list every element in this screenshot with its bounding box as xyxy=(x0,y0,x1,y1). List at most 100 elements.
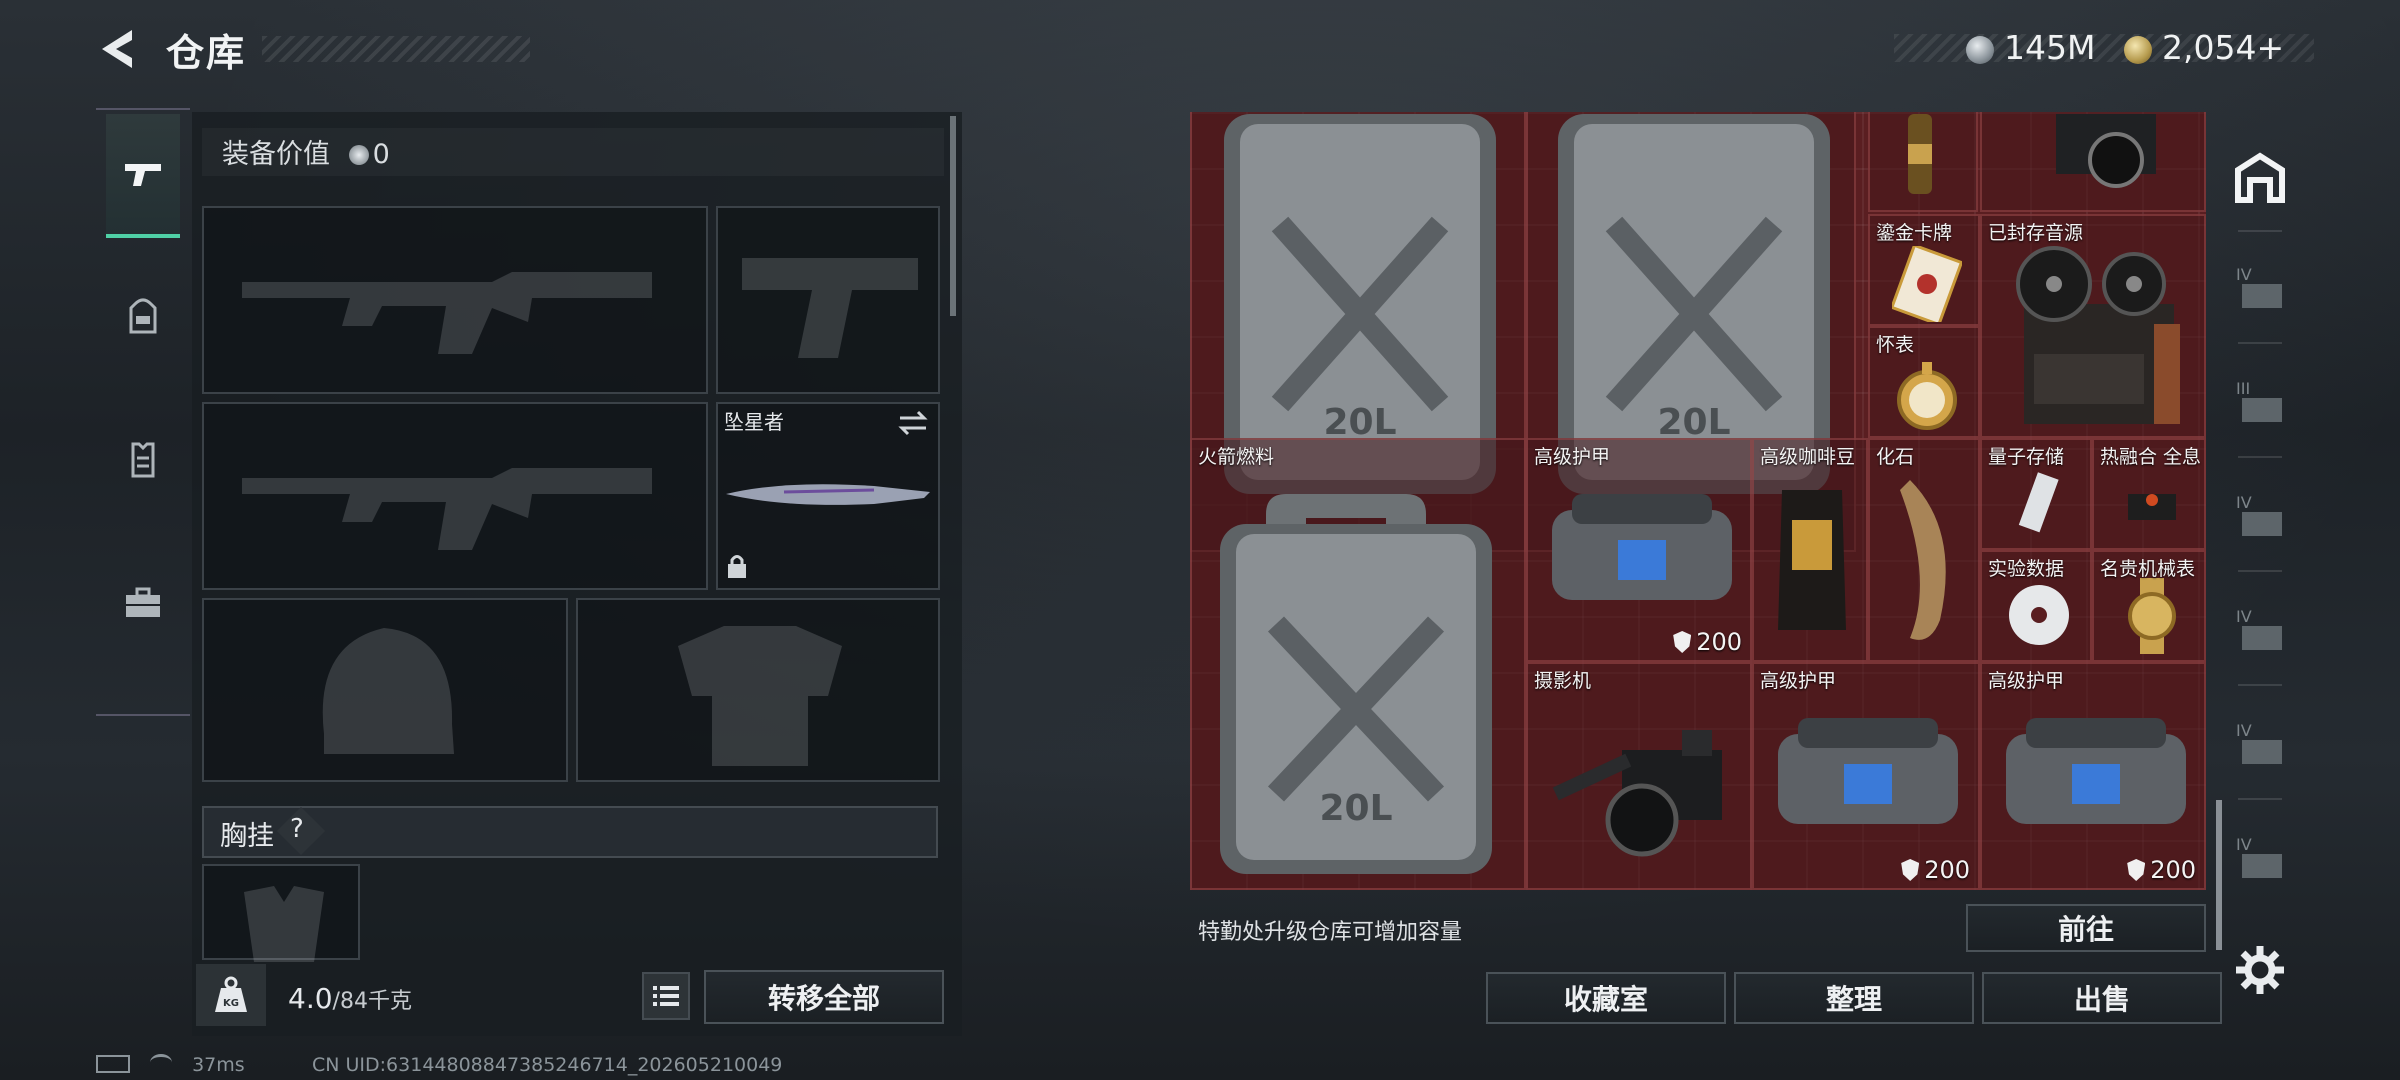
rifle-silhouette-icon xyxy=(242,272,652,354)
shield-icon xyxy=(1673,631,1692,653)
gold-amount: 2,054+ xyxy=(2162,28,2285,67)
stash-grid: 20L 20L 鎏金卡牌 已封存音源 怀表 20L 火箭燃料 高级护甲 200 … xyxy=(1190,112,2206,890)
tab-backpack[interactable] xyxy=(106,256,180,376)
list-icon xyxy=(653,986,679,1006)
stash-case-iv-icon[interactable]: IV xyxy=(2232,716,2288,772)
stash-case-iii-icon[interactable]: III xyxy=(2232,374,2288,430)
stash-item[interactable]: 高级护甲 200 xyxy=(1752,662,1980,890)
armor-bag-icon xyxy=(1552,494,1732,600)
fossil-claw-icon xyxy=(1900,480,1946,640)
goto-button[interactable]: 前往 xyxy=(1966,904,2206,952)
item-value-amount: 200 xyxy=(2150,856,2196,884)
gold-currency[interactable]: 2,054+ xyxy=(2124,28,2284,67)
knife-icon xyxy=(726,484,930,505)
tab-armor[interactable] xyxy=(106,400,180,520)
sidearm-slot[interactable] xyxy=(716,206,940,394)
primary-weapon-slot-1[interactable] xyxy=(202,206,708,394)
body-armor-slot[interactable] xyxy=(576,598,940,782)
page-title: 仓库 xyxy=(166,31,247,75)
item-name: 怀表 xyxy=(1876,334,1915,356)
armor-bag-icon xyxy=(1778,718,1958,824)
melee-name: 坠星者 xyxy=(724,410,784,434)
tab-weapons[interactable] xyxy=(106,114,180,238)
divider xyxy=(2238,230,2282,232)
melee-slot[interactable]: 坠星者 xyxy=(716,402,940,590)
stash-item[interactable]: 怀表 xyxy=(1868,326,1980,438)
stash-item[interactable]: 名贵机械表 xyxy=(2092,550,2206,662)
primary-weapon-slot-2[interactable] xyxy=(202,402,708,590)
gear-icon[interactable] xyxy=(2232,942,2288,998)
ping-value: 37ms xyxy=(192,1054,245,1076)
svg-text:20L: 20L xyxy=(1657,402,1730,443)
weight-icon: KG xyxy=(215,976,247,1012)
stash-item[interactable]: 热融合 全息 xyxy=(2092,438,2206,550)
wifi-icon xyxy=(150,1054,173,1071)
item-name: 高级护甲 xyxy=(1760,670,1837,692)
equipment-value: 装备价值 0 xyxy=(222,132,390,171)
helmet-silhouette-icon xyxy=(322,628,454,754)
stash-item[interactable]: 已封存音源 xyxy=(1980,214,2206,438)
jerrycan-icon: 20L xyxy=(1220,494,1492,874)
chest-rig-silhouette-icon xyxy=(244,886,324,962)
stash-case-iv-icon[interactable]: IV xyxy=(2232,488,2288,544)
stash-item[interactable]: 化石 xyxy=(1868,438,1980,662)
stash-item[interactable]: 鎏金卡牌 xyxy=(1868,214,1980,326)
helmet-slot[interactable] xyxy=(202,598,568,782)
holo-sight-icon xyxy=(2128,494,2176,520)
shield-icon xyxy=(1901,859,1920,881)
gold-coin-icon xyxy=(2124,35,2152,64)
stash-item[interactable]: 高级护甲 200 xyxy=(1526,438,1752,662)
bottle-icon xyxy=(1908,114,1932,194)
chest-rig-label: 胸挂 xyxy=(220,821,274,852)
armor-silhouette-icon xyxy=(678,626,842,766)
collection-room-button[interactable]: 收藏室 xyxy=(1486,972,1726,1024)
divider xyxy=(2238,456,2282,458)
sell-button[interactable]: 出售 xyxy=(1982,972,2222,1024)
item-name: 高级护甲 xyxy=(1534,446,1611,468)
video-camera-icon xyxy=(1552,730,1722,857)
chest-rig-slot[interactable] xyxy=(202,864,360,962)
item-name: 量子存储 xyxy=(1988,446,2065,468)
swap-icon[interactable] xyxy=(896,408,930,438)
chevron-left-icon xyxy=(102,30,132,68)
stash-item[interactable]: 量子存储 xyxy=(1980,438,2092,550)
svg-text:IV: IV xyxy=(2236,721,2252,740)
item-name: 高级咖啡豆 xyxy=(1760,446,1856,468)
stash-item[interactable] xyxy=(1868,112,1978,212)
disc-icon xyxy=(2009,585,2069,645)
stash-case-iv-icon[interactable]: IV xyxy=(2232,830,2288,886)
silver-coin-icon xyxy=(348,145,369,165)
stash-case-iv-icon[interactable]: IV xyxy=(2232,602,2288,658)
weight-badge: KG xyxy=(196,964,266,1026)
divider xyxy=(2238,684,2282,686)
gilded-card-icon xyxy=(1892,246,1962,322)
help-icon: ? xyxy=(290,814,304,844)
item-value: 200 xyxy=(1673,628,1742,656)
stash-item[interactable]: 高级护甲 200 xyxy=(1980,662,2206,890)
weight-max: /84千克 xyxy=(332,989,412,1014)
svg-text:20L: 20L xyxy=(1319,788,1392,829)
stash-item[interactable] xyxy=(1980,112,2206,212)
transfer-all-button[interactable]: 转移全部 xyxy=(704,970,944,1024)
item-value-amount: 200 xyxy=(1696,628,1742,656)
stash-item[interactable]: 高级咖啡豆 xyxy=(1752,438,1868,662)
equipment-scrollbar[interactable] xyxy=(950,116,956,316)
home-base-icon[interactable] xyxy=(2232,150,2288,206)
back-button[interactable] xyxy=(96,24,146,74)
item-name: 摄影机 xyxy=(1534,670,1592,692)
stash-item[interactable]: 20L 火箭燃料 xyxy=(1190,438,1526,890)
divider xyxy=(2238,570,2282,572)
sort-button[interactable]: 整理 xyxy=(1734,972,1974,1024)
user-uid: CN UID:6314480884738524671​4_20260521004… xyxy=(312,1054,783,1076)
carry-weight: 4.0/84千克 xyxy=(288,982,412,1015)
item-name: 名贵机械表 xyxy=(2100,558,2196,580)
reel-recorder-icon xyxy=(2016,246,2180,424)
usb-drive-icon xyxy=(2018,472,2059,533)
stash-case-iv-icon[interactable]: IV xyxy=(2232,260,2288,316)
briefcase-icon xyxy=(126,587,160,617)
stash-item[interactable]: 摄影机 xyxy=(1526,662,1752,890)
silver-coin-icon xyxy=(1966,35,1994,64)
list-view-button[interactable] xyxy=(642,972,690,1020)
tab-case[interactable] xyxy=(106,544,180,664)
stash-item[interactable]: 实验数据 xyxy=(1980,550,2092,662)
